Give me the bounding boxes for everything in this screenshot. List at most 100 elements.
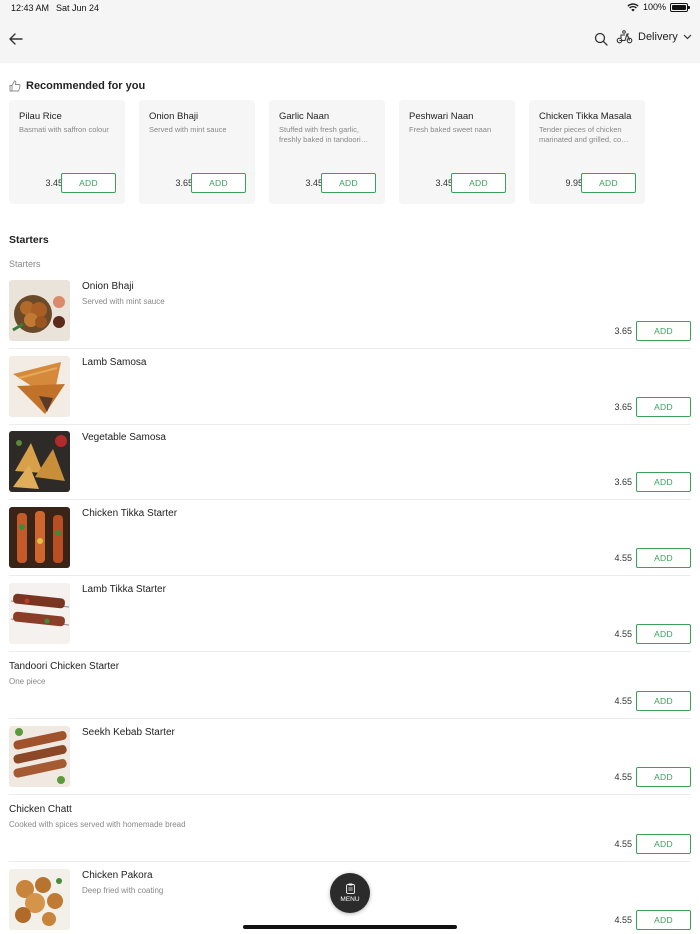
item-price: 4.55 bbox=[614, 629, 632, 639]
menu-button-label: MENU bbox=[340, 896, 360, 903]
add-button[interactable]: ADD bbox=[636, 834, 691, 854]
food-image-lamb-tikka bbox=[9, 583, 70, 644]
menu-item[interactable]: Lamb Samosa 3.65 ADD bbox=[0, 356, 700, 424]
recommended-card[interactable]: Peshwari Naan Fresh baked sweet naan 3.4… bbox=[399, 100, 515, 204]
status-date: Sat Jun 24 bbox=[56, 3, 100, 13]
add-button[interactable]: ADD bbox=[636, 910, 691, 930]
menu-item[interactable]: Lamb Tikka Starter 4.55 ADD bbox=[0, 583, 700, 651]
wifi-icon bbox=[627, 2, 639, 11]
recommended-card[interactable]: Pilau Rice Basmati with saffron colour 3… bbox=[9, 100, 125, 204]
food-image-lamb-samosa bbox=[9, 356, 70, 417]
menu-item[interactable]: Tandoori Chicken Starter One piece 4.55 … bbox=[0, 660, 700, 718]
food-image-onion-bhaji bbox=[9, 280, 70, 341]
item-price: 3.65 bbox=[614, 477, 632, 487]
food-image-seekh-kebab bbox=[9, 726, 70, 787]
battery-icon bbox=[670, 2, 690, 12]
add-button[interactable]: ADD bbox=[636, 321, 691, 341]
item-name: Seekh Kebab Starter bbox=[82, 727, 175, 738]
item-name: Chicken Chatt bbox=[9, 804, 72, 815]
food-image-chicken-pakora bbox=[9, 869, 70, 930]
item-price: 3.65 bbox=[614, 402, 632, 412]
back-button[interactable] bbox=[8, 31, 26, 49]
recommended-card-desc: Fresh baked sweet naan bbox=[409, 125, 492, 134]
recommended-title: Recommended for you bbox=[26, 80, 146, 92]
add-button[interactable]: ADD bbox=[321, 173, 376, 193]
section-title: Starters bbox=[9, 234, 49, 246]
add-button[interactable]: ADD bbox=[61, 173, 116, 193]
food-image-vegetable-samosa bbox=[9, 431, 70, 492]
divider bbox=[9, 499, 691, 500]
top-bar: Delivery bbox=[0, 17, 700, 63]
recommended-card[interactable]: Chicken Tikka Masala Tender pieces of ch… bbox=[529, 100, 645, 204]
divider bbox=[9, 348, 691, 349]
delivery-selector[interactable]: Delivery bbox=[616, 30, 692, 44]
home-indicator bbox=[243, 925, 457, 929]
item-price: 4.55 bbox=[614, 772, 632, 782]
scooter-icon bbox=[616, 30, 633, 44]
add-button[interactable]: ADD bbox=[581, 173, 636, 193]
item-desc: Served with mint sauce bbox=[82, 297, 165, 306]
recommended-card-name: Peshwari Naan bbox=[409, 111, 474, 122]
back-arrow-icon bbox=[9, 33, 23, 45]
add-button[interactable]: ADD bbox=[636, 472, 691, 492]
recommended-card-desc: Basmati with saffron colour bbox=[19, 125, 109, 134]
item-price: 4.55 bbox=[614, 553, 632, 563]
add-button[interactable]: ADD bbox=[636, 691, 691, 711]
add-button[interactable]: ADD bbox=[191, 173, 246, 193]
recommended-list: Pilau Rice Basmati with saffron colour 3… bbox=[9, 100, 645, 204]
battery-percent: 100% bbox=[642, 2, 666, 12]
recommended-card[interactable]: Onion Bhaji Served with mint sauce 3.65 … bbox=[139, 100, 255, 204]
add-button[interactable]: ADD bbox=[636, 548, 691, 568]
item-name: Onion Bhaji bbox=[82, 281, 134, 292]
menu-item[interactable]: Vegetable Samosa 3.65 ADD bbox=[0, 431, 700, 499]
add-button[interactable]: ADD bbox=[451, 173, 506, 193]
menu-button[interactable]: MENU bbox=[330, 873, 370, 913]
add-button[interactable]: ADD bbox=[636, 624, 691, 644]
divider bbox=[9, 794, 691, 795]
chevron-down-icon bbox=[683, 34, 692, 40]
recommended-card-name: Onion Bhaji bbox=[149, 111, 199, 122]
thumbs-up-icon bbox=[9, 80, 21, 92]
item-desc: One piece bbox=[9, 677, 46, 686]
menu-item[interactable]: Chicken Chatt Cooked with spices served … bbox=[0, 803, 700, 861]
item-price: 4.55 bbox=[614, 696, 632, 706]
item-price: 4.55 bbox=[614, 839, 632, 849]
recommended-card[interactable]: Garlic Naan Stuffed with fresh garlic, f… bbox=[269, 100, 385, 204]
item-name: Lamb Tikka Starter bbox=[82, 584, 166, 595]
item-name: Chicken Tikka Starter bbox=[82, 508, 178, 519]
item-name: Vegetable Samosa bbox=[82, 432, 166, 443]
recommended-card-name: Chicken Tikka Masala bbox=[539, 111, 632, 122]
add-button[interactable]: ADD bbox=[636, 397, 691, 417]
item-price: 3.65 bbox=[614, 326, 632, 336]
food-image-chicken-tikka bbox=[9, 507, 70, 568]
item-desc: Deep fried with coating bbox=[82, 886, 164, 895]
menu-item[interactable]: Seekh Kebab Starter 4.55 ADD bbox=[0, 726, 700, 794]
recommended-card-desc: Stuffed with fresh garlic, freshly baked… bbox=[279, 125, 369, 144]
recommended-card-name: Garlic Naan bbox=[279, 111, 330, 122]
divider bbox=[9, 424, 691, 425]
item-price: 4.55 bbox=[614, 915, 632, 925]
menu-item[interactable]: Onion Bhaji Served with mint sauce 3.65 … bbox=[0, 280, 700, 348]
divider bbox=[9, 651, 691, 652]
section-subtitle: Starters bbox=[9, 259, 41, 269]
divider bbox=[9, 575, 691, 576]
add-button[interactable]: ADD bbox=[636, 767, 691, 787]
delivery-label: Delivery bbox=[638, 31, 678, 43]
divider bbox=[9, 861, 691, 862]
item-desc: Cooked with spices served with homemade … bbox=[9, 820, 186, 829]
status-bar: 12:43 AM Sat Jun 24 100% bbox=[0, 0, 700, 17]
item-name: Tandoori Chicken Starter bbox=[9, 661, 120, 672]
recommended-card-desc: Tender pieces of chicken marinated and g… bbox=[539, 125, 629, 144]
recommended-header: Recommended for you bbox=[9, 80, 145, 92]
status-time: 12:43 AM bbox=[11, 3, 50, 13]
status-right: 100% bbox=[627, 2, 690, 12]
item-name: Lamb Samosa bbox=[82, 357, 147, 368]
item-name: Chicken Pakora bbox=[82, 870, 153, 881]
search-button[interactable] bbox=[594, 32, 609, 47]
recommended-card-desc: Served with mint sauce bbox=[149, 125, 227, 134]
menu-item[interactable]: Chicken Tikka Starter 4.55 ADD bbox=[0, 507, 700, 575]
menu-clipboard-icon bbox=[345, 883, 355, 894]
search-icon bbox=[594, 32, 608, 46]
recommended-card-name: Pilau Rice bbox=[19, 111, 62, 122]
divider bbox=[9, 718, 691, 719]
